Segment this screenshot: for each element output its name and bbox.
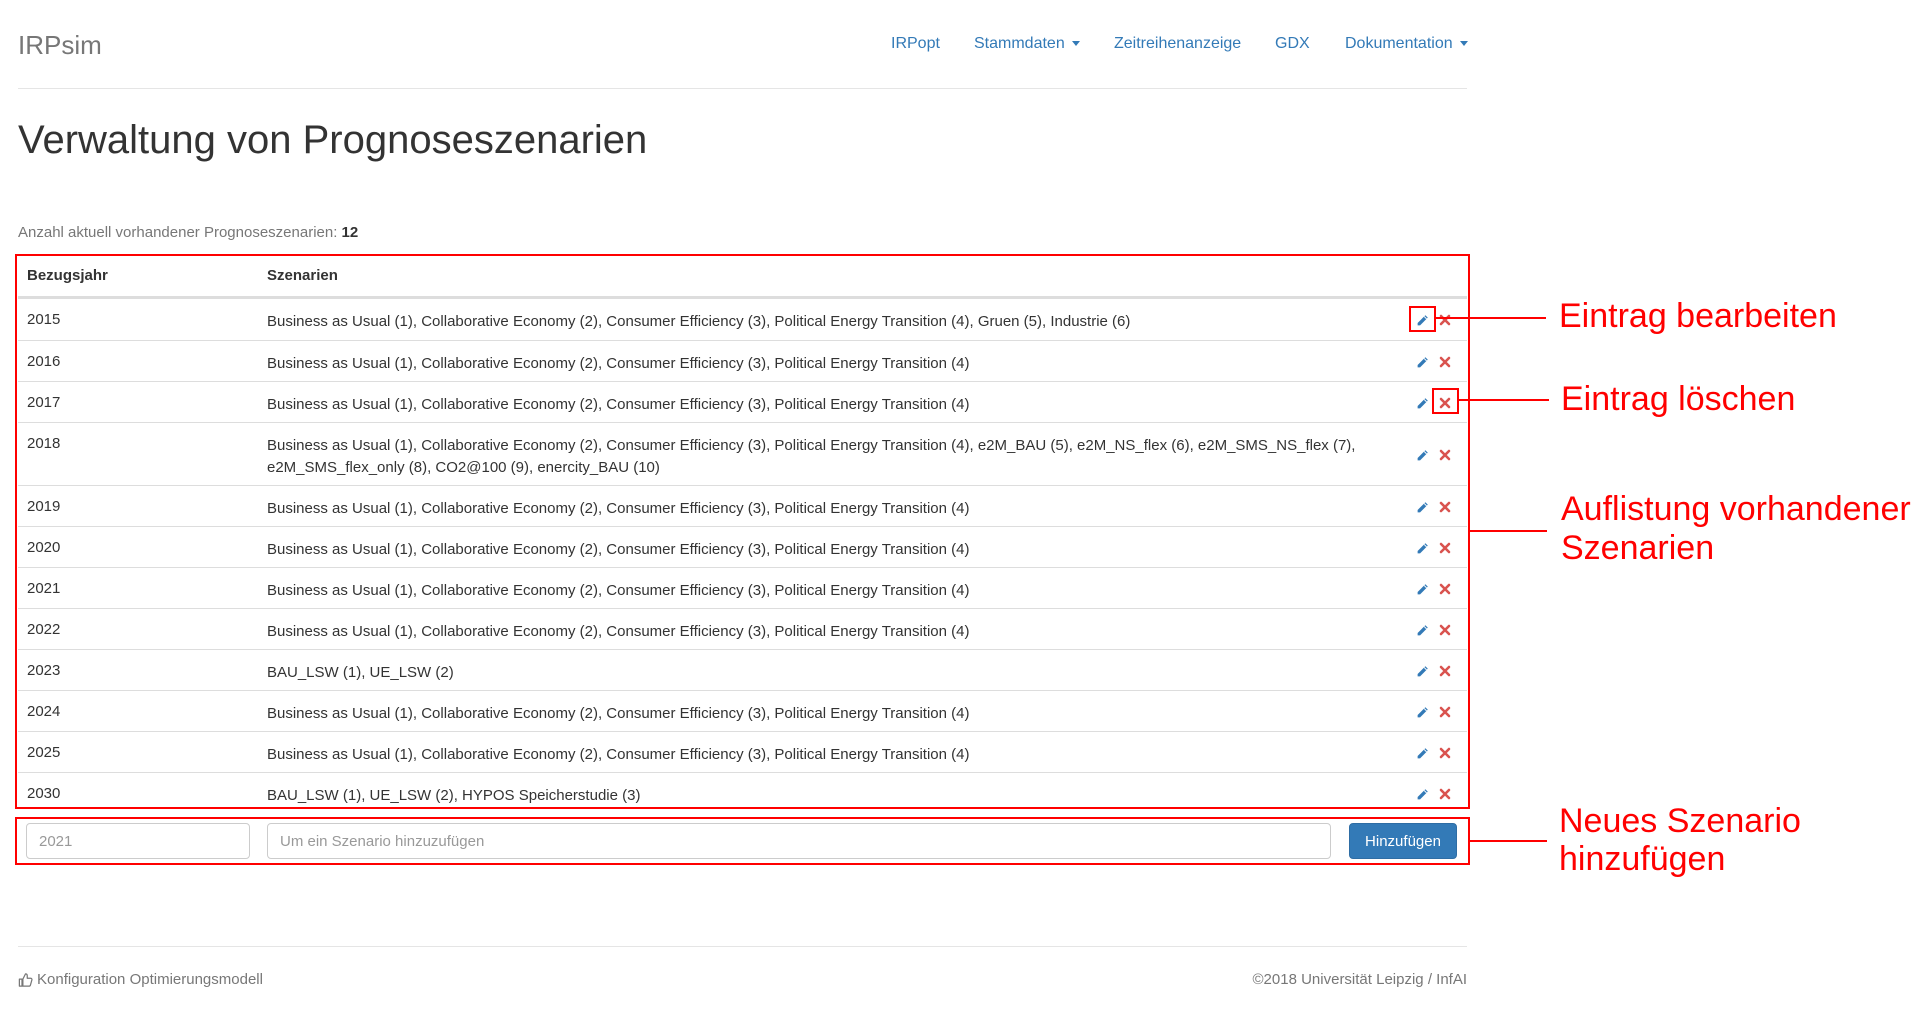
annotation-add-line2: hinzufügen xyxy=(1559,840,1726,878)
year-input[interactable] xyxy=(26,823,250,859)
nav-item-irpopt[interactable]: IRPopt xyxy=(891,35,940,53)
scenario-count-label: Anzahl aktuell vorhandener Prognoseszena… xyxy=(18,224,338,241)
nav-item-zeitreihenanzeige[interactable]: Zeitreihenanzeige xyxy=(1114,35,1241,53)
navbar-divider xyxy=(18,88,1467,89)
annotation-delete: Eintrag löschen xyxy=(1561,380,1796,418)
nav-item-dokumentation[interactable]: Dokumentation xyxy=(1345,35,1468,53)
nav-item-label: GDX xyxy=(1275,35,1310,52)
footer-divider xyxy=(18,946,1467,947)
brand-logo[interactable]: IRPsim xyxy=(18,30,102,61)
annotation-line-edit xyxy=(1436,317,1546,319)
scenario-input[interactable] xyxy=(267,823,1331,859)
copyright: ©2018 Universität Leipzig / InfAI xyxy=(1252,971,1468,988)
footer-link-label: Konfiguration Optimierungsmodell xyxy=(37,971,263,988)
caret-down-icon xyxy=(1071,41,1080,47)
nav-item-label: Zeitreihenanzeige xyxy=(1114,35,1242,52)
caret-down-icon xyxy=(1459,41,1468,47)
annotation-line-list xyxy=(1470,530,1547,532)
annotation-list-line2: Szenarien xyxy=(1561,529,1715,567)
nav-item-label: IRPopt xyxy=(891,35,940,52)
annotation-add-line1: Neues Szenario xyxy=(1559,802,1801,840)
footer-link[interactable]: Konfiguration Optimierungsmodell xyxy=(18,971,263,988)
nav-item-label: Dokumentation xyxy=(1345,35,1453,52)
annotation-edit: Eintrag bearbeiten xyxy=(1559,297,1837,335)
scenario-count: Anzahl aktuell vorhandener Prognoseszena… xyxy=(18,224,358,241)
annotation-box-delete xyxy=(1432,388,1459,414)
annotation-list-line1: Auflistung vorhandener xyxy=(1561,490,1911,528)
thumbs-up-icon xyxy=(18,972,33,987)
scenario-count-value: 12 xyxy=(341,224,359,241)
annotation-box-edit xyxy=(1409,306,1436,332)
nav-item-label: Stammdaten xyxy=(974,35,1065,52)
page-title: Verwaltung von Prognoseszenarien xyxy=(18,118,648,162)
annotation-line-delete xyxy=(1459,399,1549,401)
nav-item-gdx[interactable]: GDX xyxy=(1275,35,1310,53)
add-scenario-button[interactable]: Hinzufügen xyxy=(1349,823,1457,859)
nav-item-stammdaten[interactable]: Stammdaten xyxy=(974,35,1080,53)
annotation-line-form xyxy=(1470,840,1547,842)
annotation-box-list xyxy=(15,254,1470,809)
